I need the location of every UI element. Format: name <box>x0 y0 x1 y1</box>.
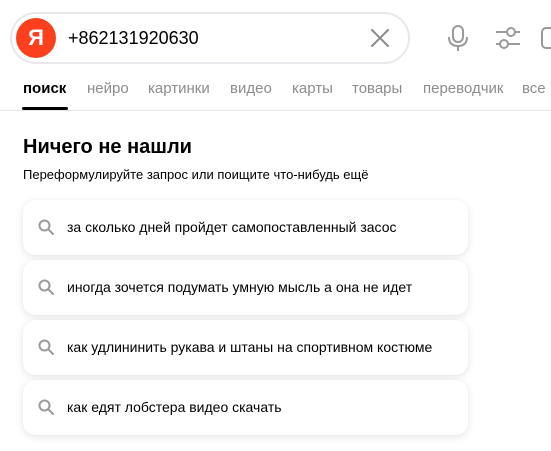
close-icon <box>371 29 389 47</box>
tab-maps[interactable]: карты <box>292 80 333 97</box>
search-settings-button[interactable] <box>494 24 522 52</box>
tab-neuro[interactable]: нейро <box>87 80 129 97</box>
suggestion-text: иногда зочется подумать умную мысль а он… <box>67 279 413 295</box>
tab-video[interactable]: видео <box>230 80 272 97</box>
suggestion-text: как едят лобстера видео скачать <box>67 399 282 415</box>
tab-translator[interactable]: переводчик <box>423 80 503 97</box>
apps-icon <box>541 27 551 49</box>
filters-icon <box>496 27 520 49</box>
search-input[interactable] <box>68 24 358 52</box>
active-tab-indicator <box>22 107 68 110</box>
yandex-logo[interactable]: Я <box>16 18 56 58</box>
suggestion-item[interactable]: иногда зочется подумать умную мысль а он… <box>23 260 468 315</box>
search-tabs: поиск нейро картинки видео карты товары … <box>0 76 551 111</box>
suggestion-item[interactable]: как удлининить рукава и штаны на спортив… <box>23 320 468 375</box>
suggestion-item[interactable]: за сколько дней пройдет самопоставленный… <box>23 200 468 255</box>
no-results-title: Ничего не нашли <box>23 136 192 158</box>
search-icon <box>38 219 54 235</box>
suggestion-text: за сколько дней пройдет самопоставленный… <box>67 219 397 235</box>
search-icon <box>38 339 54 355</box>
search-bar[interactable]: Я <box>10 12 410 64</box>
search-results-page: Я поиск нейро картинки в <box>0 0 551 451</box>
logo-letter: Я <box>28 25 44 50</box>
no-results-subtitle: Переформулируйте запрос или поищите что-… <box>23 167 369 182</box>
suggestion-text: как удлининить рукава и штаны на спортив… <box>67 339 433 355</box>
search-icon <box>38 399 54 415</box>
search-icon <box>38 279 54 295</box>
voice-search-button[interactable] <box>444 24 472 52</box>
tab-search[interactable]: поиск <box>23 80 66 97</box>
tab-images[interactable]: картинки <box>148 80 210 97</box>
suggestion-item[interactable]: как едят лобстера видео скачать <box>23 380 468 435</box>
tab-products[interactable]: товары <box>352 80 402 97</box>
more-button[interactable] <box>540 24 551 52</box>
microphone-icon <box>448 25 468 51</box>
tab-all[interactable]: все <box>522 80 546 97</box>
clear-button[interactable] <box>368 26 392 50</box>
